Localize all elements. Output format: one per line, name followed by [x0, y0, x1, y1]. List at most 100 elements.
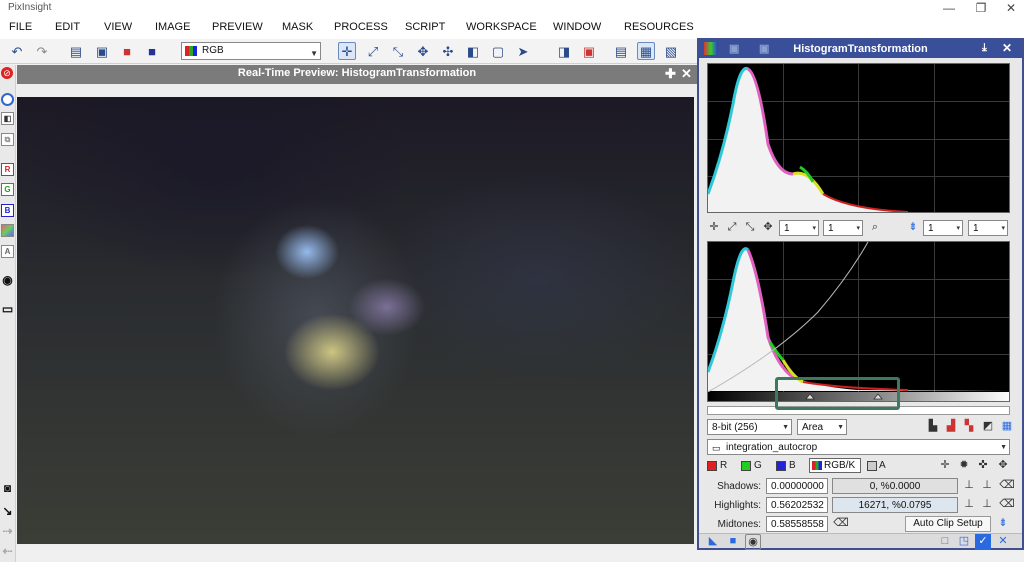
channel-select[interactable]: RGB ▼ [181, 42, 321, 60]
channel-rgbk-button[interactable]: RGB/K [809, 458, 861, 473]
midtones-input[interactable]: 0.58558558 [766, 516, 828, 532]
pan-icon[interactable]: ✛ [706, 220, 722, 236]
menu-preview[interactable]: PREVIEW [212, 21, 263, 33]
menu-mask[interactable]: MASK [282, 21, 313, 33]
grid-icon[interactable]: ▦ [999, 419, 1015, 435]
minimize-icon[interactable]: — [934, 0, 964, 17]
midtones-reset-icon[interactable]: ⌫ [833, 516, 849, 532]
clone-icon[interactable]: ⧉ [1, 133, 14, 146]
preview-mode-icon[interactable]: ▢ [489, 42, 507, 60]
resolution-select[interactable]: 8-bit (256) ▼ [707, 419, 792, 435]
menu-edit[interactable]: EDIT [55, 21, 80, 33]
reset-instance-icon[interactable]: ✕ [995, 534, 1011, 550]
channel-blue-checkbox[interactable] [776, 461, 786, 471]
output-vertical-zoom-input[interactable]: 1 ▾ [968, 220, 1008, 236]
auto-clip-setup-button[interactable]: Auto Clip Setup [905, 516, 991, 532]
arrow-down-right-icon[interactable]: ↘ [1, 505, 14, 518]
output-histogram-plot[interactable] [707, 241, 1010, 402]
stack-icon[interactable]: ▭ [1, 303, 14, 316]
menu-view[interactable]: VIEW [104, 21, 132, 33]
shadows-reset-icon[interactable]: ⌫ [999, 478, 1015, 494]
real-time-preview-icon[interactable]: ◉ [745, 534, 761, 550]
channel-g-button[interactable]: G [1, 183, 14, 196]
reset-icon[interactable]: ⊘ [1, 67, 13, 79]
reject-low-icon[interactable]: ▙ [925, 419, 941, 435]
circle-select-icon[interactable] [1, 93, 14, 106]
zoom-out-icon[interactable]: ⤡ [389, 42, 407, 60]
fit-view-icon[interactable]: ✥ [414, 42, 432, 60]
pointer-icon[interactable]: ➤ [514, 42, 532, 60]
spread-icon[interactable]: ✜ [975, 458, 991, 474]
input-histogram-plot[interactable] [707, 63, 1010, 213]
screen-transfer-icon[interactable]: ▤ [612, 42, 630, 60]
crosshair-icon[interactable]: ✛ [937, 458, 953, 474]
close-window-icon[interactable]: ✕ [996, 0, 1024, 17]
arrow-left-icon[interactable]: ⇠ [1, 545, 14, 558]
channel-alpha-checkbox[interactable] [867, 461, 877, 471]
output-toggle-icon[interactable]: ⇟ [905, 220, 921, 236]
reject-high-icon[interactable]: ▟ [943, 419, 959, 435]
log-scale-icon[interactable]: ◩ [980, 419, 996, 435]
color-image-icon[interactable]: ■ [118, 42, 136, 60]
magnifier-icon[interactable]: ⌕ [867, 220, 883, 236]
graph-style-select[interactable]: Area ▼ [797, 419, 847, 435]
show-clipping-icon[interactable]: ▚ [961, 419, 977, 435]
close-preview-window-icon[interactable]: ✕ [681, 66, 692, 82]
apply-global-icon[interactable]: ■ [725, 534, 741, 550]
gear-icon[interactable]: ✹ [956, 458, 972, 474]
pan-cursor-icon[interactable]: ✛ [338, 42, 356, 60]
channel-b-button[interactable]: B [1, 204, 14, 217]
undo-icon[interactable]: ↶ [8, 42, 26, 60]
restore-icon[interactable]: ❐ [966, 0, 996, 17]
channel-red-checkbox[interactable] [707, 461, 717, 471]
reset-zoom-icon[interactable]: ⤡ [742, 220, 758, 236]
redo-icon[interactable]: ↷ [33, 42, 51, 60]
fit-icon[interactable]: ⤢ [724, 220, 740, 236]
target-view-select[interactable]: ▭ integration_autocrop ▼ [707, 439, 1010, 455]
close-preview-icon[interactable]: ▣ [580, 42, 598, 60]
output-horizontal-zoom-input[interactable]: 1 ▾ [923, 220, 963, 236]
menu-process[interactable]: PROCESS [334, 21, 388, 33]
channel-r-button[interactable]: R [1, 163, 14, 176]
preview-canvas[interactable] [17, 84, 697, 546]
highlights-reset-icon[interactable]: ⌫ [999, 497, 1015, 513]
readout-icon[interactable]: ◧ [464, 42, 482, 60]
shadows-auto-icon[interactable]: ⊥ [961, 478, 977, 494]
target-icon[interactable]: ◙ [1, 482, 14, 495]
maximize-icon[interactable]: ✚ [665, 66, 676, 82]
zoom-scrollbar[interactable] [707, 406, 1010, 415]
apply-icon[interactable]: ✓ [975, 534, 991, 550]
stf-auto-icon[interactable]: ▧ [662, 42, 680, 60]
dynamic-crop-icon[interactable]: ◨ [555, 42, 573, 60]
contract-icon[interactable]: ✥ [995, 458, 1011, 474]
new-instance-icon[interactable]: ▤ [67, 42, 85, 60]
camera-icon[interactable]: ◉ [1, 274, 14, 287]
horizontal-zoom-input[interactable]: 1 ▾ [779, 220, 819, 236]
shadows-auto2-icon[interactable]: ⊥ [979, 478, 995, 494]
menu-file[interactable]: FILE [9, 21, 32, 33]
zoom-in-icon[interactable]: ⤢ [364, 42, 382, 60]
arrow-right-icon[interactable]: ⇢ [1, 525, 14, 538]
channel-a-button[interactable]: A [1, 245, 14, 258]
expand-icon[interactable]: ⇟ [995, 516, 1011, 532]
close-histogram-icon[interactable]: ✕ [1002, 41, 1012, 55]
highlights-input[interactable]: 0.56202532 [766, 497, 828, 513]
new-instance-triangle-icon[interactable]: ◣ [705, 534, 721, 550]
image-window-icon[interactable]: ▣ [93, 42, 111, 60]
move-icon[interactable]: ✣ [439, 42, 457, 60]
highlights-auto-icon[interactable]: ⊥ [961, 497, 977, 513]
menu-script[interactable]: SCRIPT [405, 21, 445, 33]
channel-image-icon[interactable]: ■ [143, 42, 161, 60]
edit-instance-icon[interactable]: ◳ [956, 534, 972, 550]
menu-resources[interactable]: RESOURCES [624, 21, 694, 33]
browse-docs-icon[interactable]: □ [937, 534, 953, 550]
menu-image[interactable]: IMAGE [155, 21, 190, 33]
highlights-auto2-icon[interactable]: ⊥ [979, 497, 995, 513]
stf-active-icon[interactable]: ▦ [637, 42, 655, 60]
move-view-icon[interactable]: ✥ [760, 220, 776, 236]
vertical-zoom-input[interactable]: 1 ▾ [823, 220, 863, 236]
channel-rgb-button[interactable] [1, 224, 14, 237]
split-view-icon[interactable]: ◧ [1, 112, 14, 125]
channel-green-checkbox[interactable] [741, 461, 751, 471]
menu-window[interactable]: WINDOW [553, 21, 601, 33]
